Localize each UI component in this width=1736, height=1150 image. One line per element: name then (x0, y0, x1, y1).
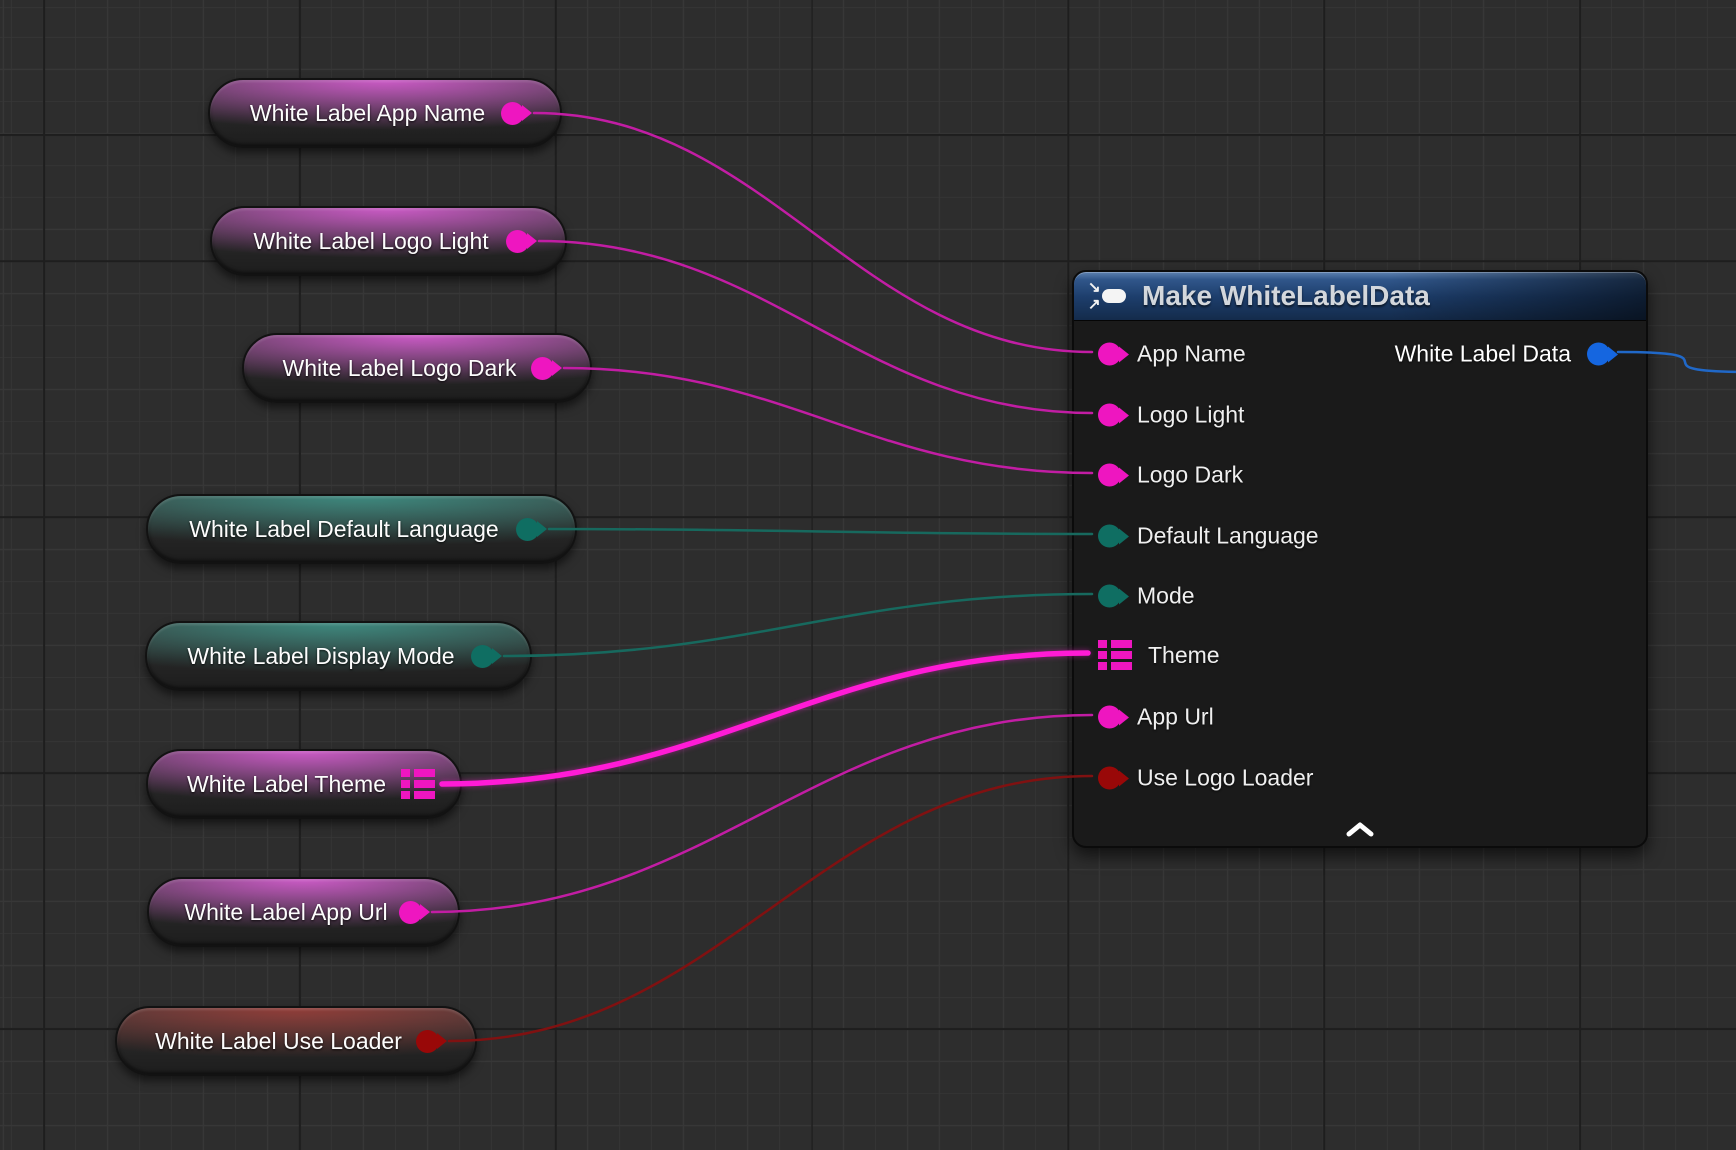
pin-label: Theme (1148, 642, 1220, 669)
pin-icon[interactable] (1098, 706, 1121, 729)
pin-label: Logo Light (1137, 402, 1244, 429)
getter-node-white-label-display-mode[interactable]: White Label Display Mode (145, 621, 532, 691)
input-pin-row-logo-light: Logo Light (1098, 402, 1244, 429)
pin-label: Default Language (1137, 523, 1319, 550)
getter-node-label: White Label App Name (210, 100, 501, 127)
pin-label: Logo Dark (1137, 462, 1243, 489)
pin-icon[interactable] (1098, 525, 1121, 548)
input-pin-row-app-url: App Url (1098, 704, 1214, 731)
getter-node-label: White Label Display Mode (147, 643, 471, 670)
getter-node-white-label-app-url[interactable]: White Label App Url (147, 877, 460, 947)
node-title: Make WhiteLabelData (1142, 280, 1430, 312)
pin-icon[interactable] (1098, 404, 1121, 427)
pin-label: App Url (1137, 704, 1214, 731)
pin-icon[interactable] (399, 901, 422, 924)
make-whitelabeldata-node[interactable]: ↘ ↗ Make WhiteLabelData App Name Logo Lig… (1072, 270, 1648, 848)
struct-pill-icon (1102, 289, 1126, 303)
pin-icon[interactable] (1098, 767, 1121, 790)
input-pin-row-default-language: Default Language (1098, 523, 1319, 550)
input-pin-row-theme: Theme (1098, 638, 1220, 672)
pin-icon[interactable] (501, 102, 524, 125)
pin-icon[interactable] (1587, 343, 1610, 366)
pin-icon[interactable] (1098, 343, 1121, 366)
arrow-icon: ↗ (1088, 297, 1101, 312)
getter-node-white-label-theme[interactable]: White Label Theme (146, 749, 462, 819)
getter-node-label: White Label Theme (148, 771, 401, 798)
getter-node-label: White Label Default Language (148, 516, 516, 543)
pin-label: White Label Data (1395, 341, 1571, 368)
map-pin-icon[interactable] (1098, 638, 1132, 672)
getter-node-label: White Label Logo Dark (244, 355, 531, 382)
getter-node-label: White Label Logo Light (212, 228, 506, 255)
make-node-header[interactable]: ↘ ↗ Make WhiteLabelData (1074, 272, 1646, 320)
getter-node-white-label-default-language[interactable]: White Label Default Language (146, 494, 577, 564)
blueprint-graph-canvas[interactable]: ↘ ↗ Make WhiteLabelData App Name Logo Lig… (0, 0, 1736, 1150)
pin-label: Mode (1137, 583, 1195, 610)
pin-icon[interactable] (416, 1030, 439, 1053)
pin-label: Use Logo Loader (1137, 765, 1313, 792)
getter-node-label: White Label Use Loader (117, 1028, 416, 1055)
pin-icon[interactable] (471, 645, 494, 668)
input-pin-row-app-name: App Name (1098, 341, 1246, 368)
input-pin-row-logo-dark: Logo Dark (1098, 462, 1243, 489)
getter-node-white-label-app-name[interactable]: White Label App Name (208, 78, 562, 148)
getter-node-white-label-logo-light[interactable]: White Label Logo Light (210, 206, 567, 276)
collapse-node-button[interactable] (1343, 818, 1377, 840)
pin-icon[interactable] (1098, 464, 1121, 487)
pin-icon[interactable] (1098, 585, 1121, 608)
getter-node-white-label-logo-dark[interactable]: White Label Logo Dark (242, 333, 592, 403)
make-struct-icon: ↘ ↗ (1088, 280, 1130, 312)
pin-icon[interactable] (531, 357, 554, 380)
pin-label: App Name (1137, 341, 1246, 368)
pin-icon[interactable] (516, 518, 539, 541)
getter-node-label: White Label App Url (149, 899, 399, 926)
input-pin-row-mode: Mode (1098, 583, 1195, 610)
map-pin-icon[interactable] (401, 767, 435, 801)
chevron-up-icon (1346, 822, 1374, 837)
input-pin-row-use-logo-loader: Use Logo Loader (1098, 765, 1313, 792)
arrow-icon: ↘ (1088, 280, 1101, 295)
pin-icon[interactable] (506, 230, 529, 253)
nodes-layer: ↘ ↗ Make WhiteLabelData App Name Logo Lig… (0, 0, 1736, 1150)
getter-node-white-label-use-loader[interactable]: White Label Use Loader (115, 1006, 477, 1076)
output-pin-row-white-label-data: White Label Data (1395, 341, 1610, 368)
